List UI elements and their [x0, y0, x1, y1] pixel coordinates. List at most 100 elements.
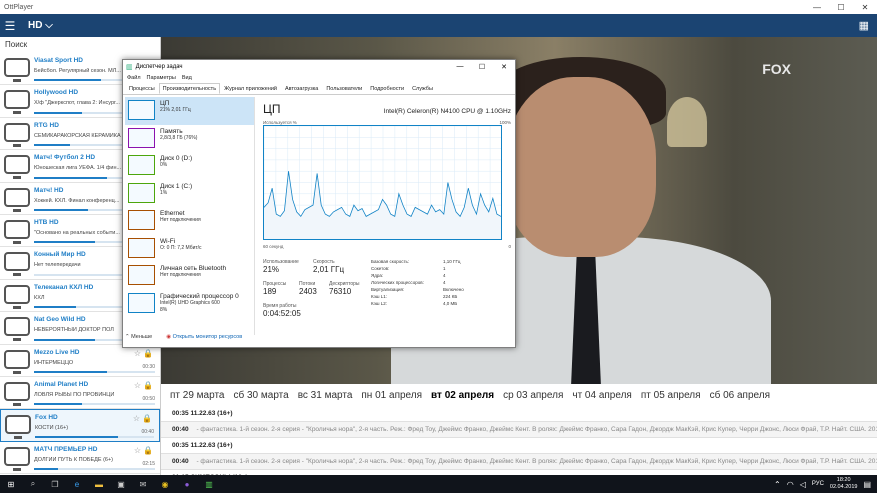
store-icon[interactable]: ▣ — [110, 480, 132, 489]
cpu-stats: Использование 21% Скорость 2,01 ГГц Процес… — [263, 259, 511, 329]
tab-services[interactable]: Службы — [408, 83, 437, 94]
resource-item[interactable]: Wi-Fi О: 0 П: 7,2 Мбит/с — [125, 235, 254, 263]
channel-item[interactable]: Animal Planet HD ЛОВЛЯ РЫБЫ ПО ПРОВИНЦИ … — [0, 377, 160, 410]
cpu-detail-key: Базовая скорость: — [371, 259, 410, 264]
start-icon[interactable]: ⊞ — [0, 480, 22, 489]
edge-icon[interactable]: e — [66, 480, 88, 489]
tab-performance[interactable]: Производительность — [158, 83, 221, 94]
cpu-detail-value: 4,0 МБ — [443, 301, 458, 306]
channel-program: Хоккей. КХЛ. Финал конференц... — [34, 197, 120, 204]
menu-view[interactable]: Вид — [182, 75, 192, 81]
program-progress-fill — [34, 111, 83, 114]
program-progress-fill — [35, 435, 119, 438]
day-tab[interactable]: пт 29 марта — [170, 390, 224, 401]
channel-item[interactable]: Mezzo Live HD ИНТЕРМЕЦЦО ☆🔒 00:30 — [0, 345, 160, 377]
day-tab[interactable]: ср 03 апреля — [503, 390, 563, 401]
cpu-detail-value: Включено — [443, 287, 464, 292]
day-tab[interactable]: чт 04 апреля — [572, 390, 632, 401]
tab-startup[interactable]: Автозагрузка — [281, 83, 322, 94]
day-tab[interactable]: вс 31 марта — [298, 390, 353, 401]
epg-row[interactable]: 00:35 11.22.63 (16+) — [161, 438, 877, 454]
cpu-detail-value: 4 — [443, 273, 446, 278]
monitor-icon: ◉ — [166, 334, 172, 340]
day-tab[interactable]: сб 30 марта — [233, 390, 288, 401]
maximize-button[interactable]: ☐ — [829, 3, 853, 12]
volume-icon[interactable]: ◁ — [800, 480, 806, 489]
favorite-lock-icons[interactable]: ☆🔒 — [134, 381, 155, 390]
tv-icon — [4, 58, 30, 82]
tm-close-button[interactable]: ✕ — [493, 63, 515, 71]
tm-minimize-button[interactable]: — — [449, 63, 471, 70]
epg-row[interactable]: 00:35 11.22.63 (16+) — [161, 406, 877, 422]
day-tab[interactable]: сб 06 апреля — [710, 390, 770, 401]
resource-sub: Нет подключения — [160, 217, 201, 223]
favorite-lock-icons[interactable]: ☆🔒 — [134, 446, 155, 455]
menu-params[interactable]: Параметры — [147, 75, 176, 81]
resource-mini-graph — [128, 100, 155, 120]
minimize-button[interactable]: — — [805, 3, 829, 12]
explorer-icon[interactable]: ▬ — [88, 480, 110, 489]
lang-indicator[interactable]: РУС — [812, 481, 824, 487]
channel-program: КОСТИ (16+) — [35, 425, 69, 432]
notification-icon[interactable]: ▤ — [863, 480, 871, 489]
resource-mini-graph — [128, 292, 155, 313]
cpu-detail-key: Ядра: — [371, 273, 384, 278]
cpu-detail-value: 1 — [443, 266, 446, 271]
taskmgr-icon[interactable]: ▥ — [198, 480, 220, 489]
chevron-up-icon[interactable]: ⌃ — [774, 480, 781, 489]
tab-processes[interactable]: Процессы — [125, 83, 159, 94]
tm-footer: ⌃ Меньше ◉ Открыть монитор ресурсов — [125, 334, 242, 340]
menu-file[interactable]: Файл — [127, 75, 141, 81]
grid-icon[interactable]: ▦ — [859, 19, 869, 32]
day-tab[interactable]: вт 02 апреля — [431, 390, 494, 401]
favorite-lock-icons[interactable]: ☆🔒 — [133, 414, 154, 423]
resource-item[interactable]: Диск 0 (D:) 0% — [125, 152, 254, 180]
channel-program: КХЛ — [34, 294, 45, 301]
less-button[interactable]: ⌃ Меньше — [125, 334, 152, 340]
resource-item[interactable]: ЦП 21% 2,01 ГГц — [125, 97, 254, 125]
resource-item[interactable]: Графический процессор 0 Intel(R) UHD Gra… — [125, 290, 254, 318]
mail-icon[interactable]: ✉ — [132, 480, 154, 489]
chrome-icon[interactable]: ◉ — [154, 480, 176, 489]
channel-time: 00:40 — [141, 429, 154, 436]
epg-row[interactable]: 00:40 - фантастика. 1-й сезон. 2-я серия… — [161, 422, 877, 438]
wifi-icon[interactable]: ◠ — [787, 480, 794, 489]
cpu-graph — [263, 125, 502, 240]
favorite-lock-icons[interactable]: ☆🔒 — [134, 349, 155, 358]
resource-name: Диск 1 (C:) — [160, 182, 193, 190]
open-monitor-label: Открыть монитор ресурсов — [172, 334, 243, 340]
tab-app-history[interactable]: Журнал приложений — [220, 83, 281, 94]
channel-program: Х/ф "Джеркспот, глава 2: Инсург... — [34, 100, 120, 107]
menu-icon[interactable]: ☰ — [0, 19, 20, 33]
ottplayer-icon[interactable]: ● — [176, 480, 198, 489]
search-icon[interactable]: ⌕ — [22, 479, 44, 489]
day-tab[interactable]: пт 05 апреля — [641, 390, 701, 401]
day-tab[interactable]: пн 01 апреля — [361, 390, 422, 401]
stat-usage: Использование 21% — [263, 259, 299, 274]
resource-name: Ethernet — [160, 210, 185, 217]
resource-item[interactable]: Личная сеть Bluetooth Нет подключения — [125, 262, 254, 290]
stat-handles-value: 76310 — [329, 287, 352, 296]
resource-item[interactable]: Память 2,8/3,8 ГБ (76%) — [125, 125, 254, 153]
channel-name: Матч! Футбол 2 HD — [34, 154, 96, 162]
channel-item[interactable]: МАТЧ ПРЕМЬЕР HD ДОЛГИЙ ПУТЬ К ПОБЕДЕ (6+… — [0, 442, 160, 475]
open-resource-monitor-link[interactable]: ◉ Открыть монитор ресурсов — [166, 334, 242, 340]
clock-date: 02.04.2019 — [829, 484, 858, 490]
cpu-detail-key: Виртуализация: — [371, 287, 405, 292]
close-button[interactable]: ✕ — [853, 3, 877, 12]
window-title: OttPlayer — [4, 3, 34, 11]
resource-item[interactable]: Диск 1 (C:) 1% — [125, 180, 254, 208]
tab-users[interactable]: Пользователи — [322, 83, 366, 94]
category-dropdown[interactable]: HD ⌵ — [28, 20, 53, 31]
tm-title: Диспетчер задач — [135, 63, 183, 70]
channel-program: "Основано на реальных событи... — [34, 229, 120, 236]
taskview-icon[interactable]: ❐ — [44, 480, 66, 489]
epg-row[interactable]: 00:40 - фантастика. 1-й сезон. 2-я серия… — [161, 454, 877, 470]
resource-item[interactable]: Ethernet Нет подключения — [125, 207, 254, 235]
search-input[interactable]: Поиск — [0, 37, 160, 53]
cpu-detail-row: Логических процессоров: 4 — [371, 280, 511, 285]
clock[interactable]: 18:20 02.04.2019 — [830, 477, 858, 491]
tm-maximize-button[interactable]: ☐ — [471, 63, 493, 71]
tab-details[interactable]: Подробности — [366, 83, 408, 94]
channel-item[interactable]: Fox HD КОСТИ (16+) ☆🔒 00:40 — [0, 409, 160, 442]
